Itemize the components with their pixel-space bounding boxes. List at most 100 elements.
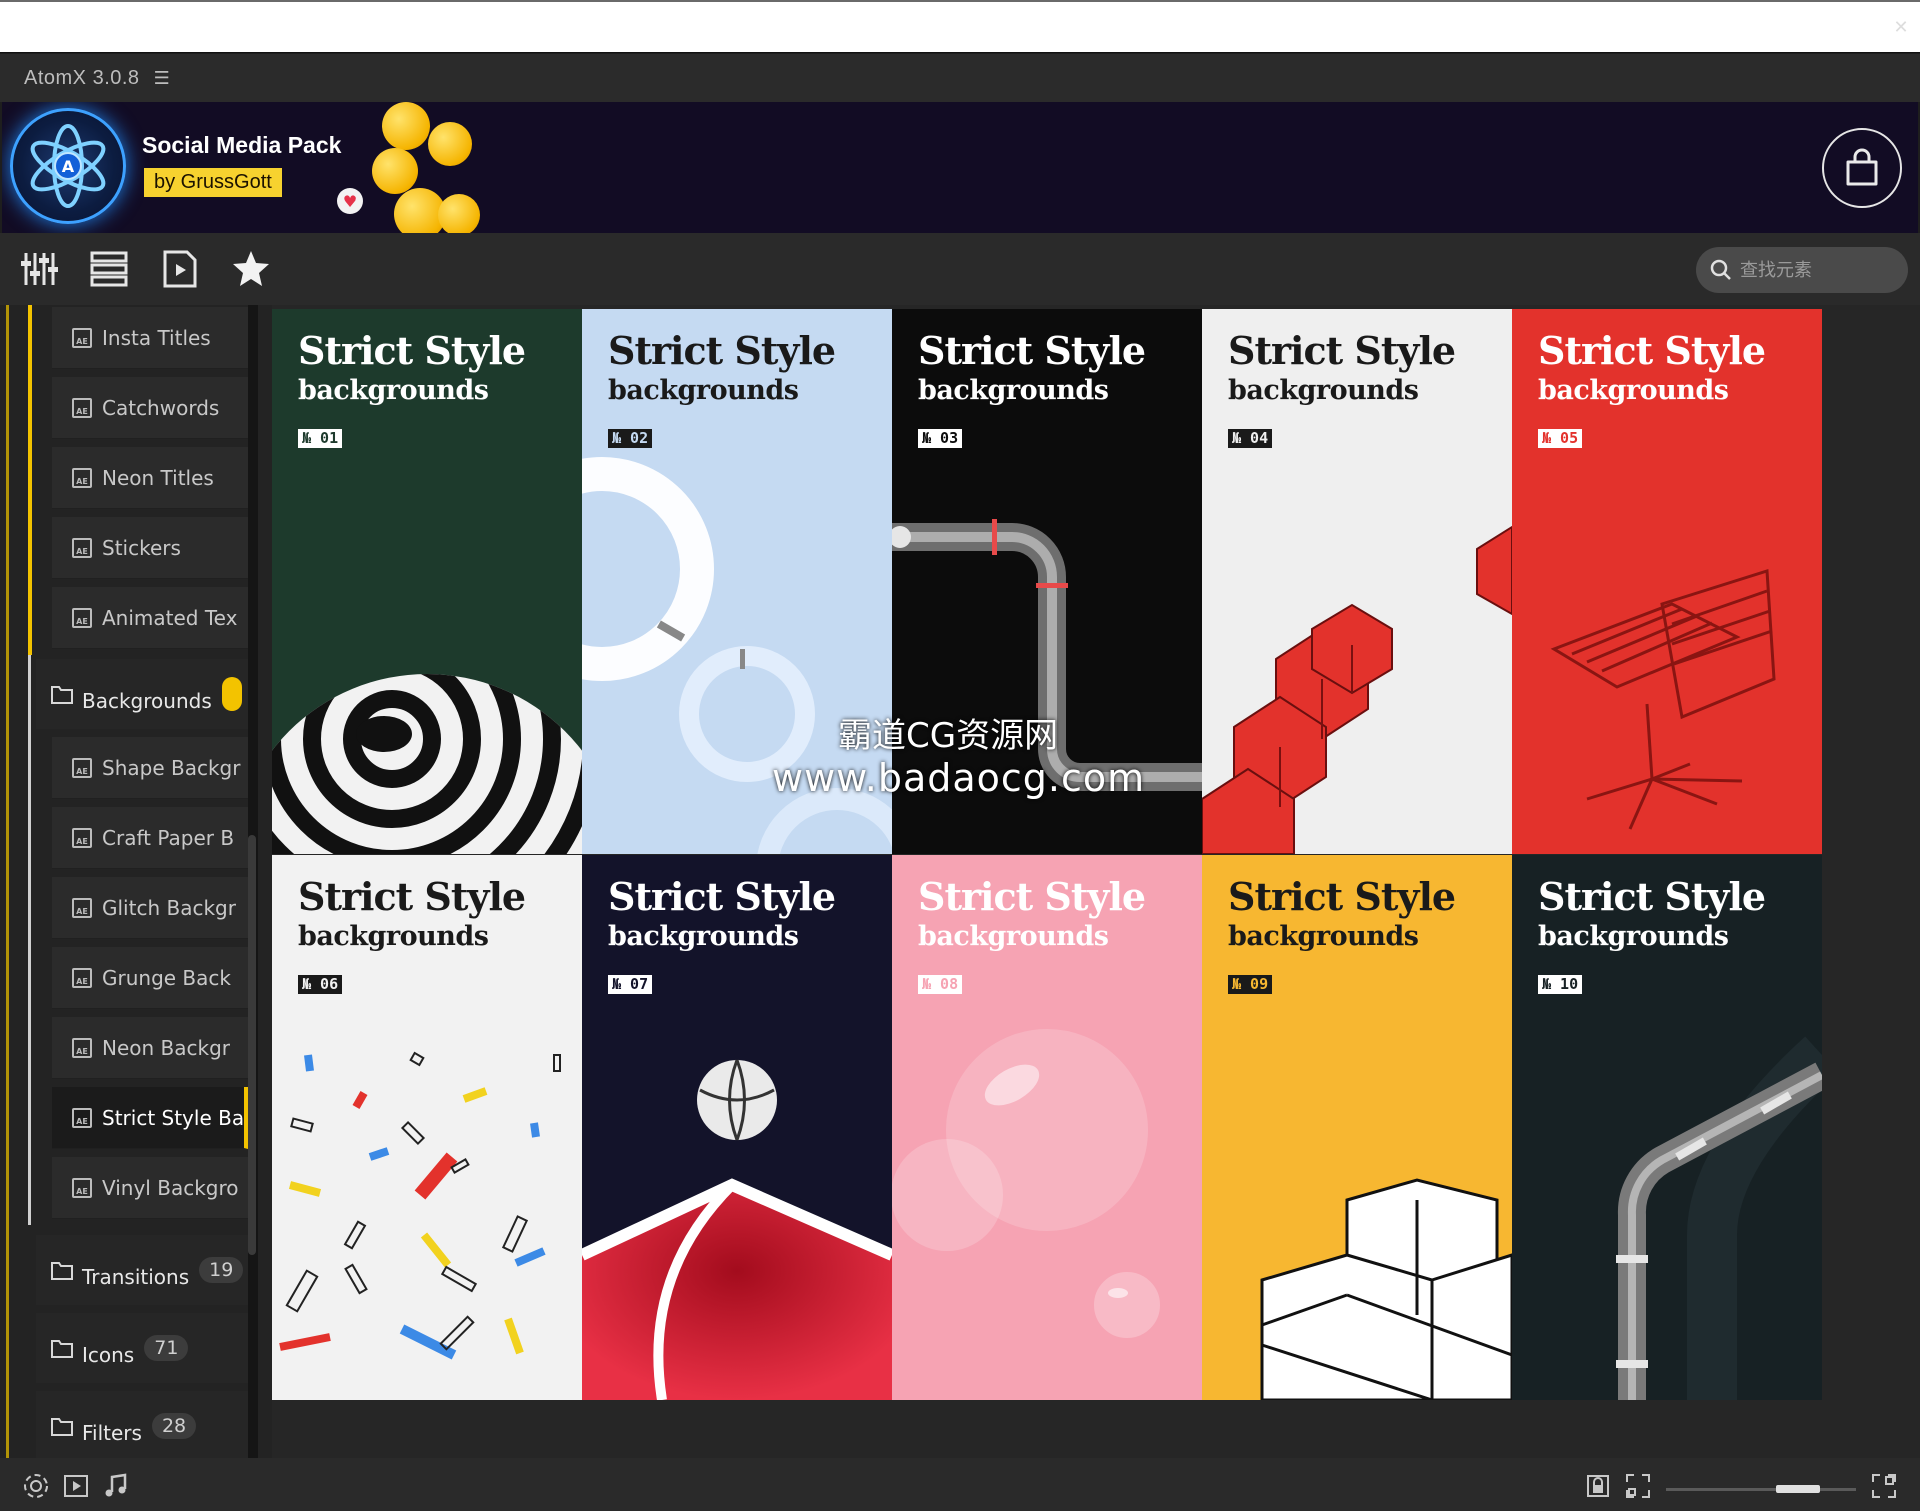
app-menu-bar: AtomX 3.0.8 ☰	[0, 54, 1920, 102]
sidebar-group-indicator	[28, 655, 31, 1225]
svg-text:A: A	[62, 157, 75, 176]
sidebar-item-neon-titles[interactable]: AE Neon Titles	[52, 447, 248, 509]
card-subtitle: backgrounds	[608, 375, 799, 406]
sidebar-item-label: Grunge Back	[102, 965, 231, 990]
thumbnail-card-08[interactable]: Strict Style backgrounds № 08	[892, 855, 1202, 1400]
count-badge: 71	[144, 1335, 189, 1361]
thumbnail-card-01[interactable]: Strict Style backgrounds № 01	[272, 309, 582, 854]
card-subtitle: backgrounds	[918, 921, 1109, 952]
sidebar-item-grunge-backgrounds[interactable]: AE Grunge Back	[52, 947, 248, 1009]
os-title-bar: ✕	[0, 0, 1920, 53]
ae-file-icon: AE	[72, 827, 92, 848]
card-subtitle: backgrounds	[1538, 921, 1729, 952]
sidebar-item-label: Vinyl Backgro	[102, 1175, 239, 1200]
music-note-icon[interactable]	[102, 1472, 130, 1500]
card-subtitle: backgrounds	[1538, 375, 1729, 406]
sidebar-item-insta-titles[interactable]: AE Insta Titles	[52, 307, 248, 369]
sidebar-category-label: Backgrounds	[82, 689, 212, 713]
sidebar-item-label: Craft Paper B	[102, 825, 235, 850]
card-title: Strict Style	[918, 328, 1146, 373]
thumbnail-card-06[interactable]: Strict Style backgrounds № 06	[272, 855, 582, 1400]
sidebar-scrollbar-thumb[interactable]	[248, 835, 256, 1255]
lock-icon[interactable]	[1584, 1472, 1612, 1500]
thumbnail-card-09[interactable]: Strict Style backgrounds № 09	[1202, 855, 1512, 1400]
pack-author-badge[interactable]: by GrussGott	[144, 168, 282, 197]
sidebar-category-label: Filters	[82, 1421, 142, 1445]
thumbnail-card-04[interactable]: Strict Style backgrounds № 04	[1202, 309, 1512, 854]
sidebar-item-label: Neon Backgr	[102, 1035, 231, 1060]
ae-file-icon: AE	[72, 607, 92, 628]
sidebar-group-indicator	[28, 305, 32, 655]
ae-file-icon: AE	[72, 1037, 92, 1058]
card-number-badge: № 09	[1228, 975, 1273, 994]
card-title: Strict Style	[298, 328, 526, 373]
video-icon[interactable]	[62, 1472, 90, 1500]
thumbnail-card-07[interactable]: Strict Style backgrounds № 07	[582, 855, 892, 1400]
sidebar-item-craft-paper[interactable]: AE Craft Paper B	[52, 807, 248, 869]
sidebar-item-glitch-backgrounds[interactable]: AE Glitch Backgr	[52, 877, 248, 939]
sidebar-item-stickers[interactable]: AE Stickers	[52, 517, 248, 579]
emoji-icon	[372, 148, 418, 194]
sidebar-item-catchwords[interactable]: AE Catchwords	[52, 377, 248, 439]
card-number-badge: № 08	[918, 975, 963, 994]
emoji-icon	[428, 122, 472, 166]
atom-logo-icon: A	[10, 108, 126, 224]
ae-file-icon: AE	[72, 537, 92, 558]
close-icon[interactable]: ✕	[1886, 12, 1916, 42]
sidebar-item-animated-text[interactable]: AE Animated Tex	[52, 587, 248, 649]
card-title: Strict Style	[608, 874, 836, 919]
thumbnail-card-10[interactable]: Strict Style backgrounds № 10	[1512, 855, 1822, 1400]
sidebar-item-label: Shape Backgr	[102, 755, 241, 780]
sidebar-item-label: Strict Style Ba	[102, 1105, 245, 1130]
sidebar-category-transitions[interactable]: Transitions 19	[36, 1235, 256, 1305]
sidebar-item-neon-backgrounds[interactable]: AE Neon Backgr	[52, 1017, 248, 1079]
sidebar-item-label: Glitch Backgr	[102, 895, 236, 920]
card-subtitle: backgrounds	[1228, 921, 1419, 952]
toolbar	[0, 233, 1920, 305]
zoom-slider-thumb[interactable]	[1775, 1485, 1820, 1493]
sidebar-item-label: Neon Titles	[102, 465, 214, 490]
card-number-badge: № 03	[918, 429, 963, 448]
expand-icon[interactable]	[1870, 1472, 1898, 1500]
ae-file-icon: AE	[72, 1177, 92, 1198]
search-input[interactable]	[1740, 259, 1900, 281]
sidebar-category-filters[interactable]: Filters 28	[36, 1391, 256, 1458]
orbit-icon[interactable]	[22, 1472, 50, 1500]
store-button[interactable]	[1822, 128, 1902, 208]
play-file-icon[interactable]	[160, 249, 200, 289]
thumbnail-grid: Strict Style backgrounds № 01 Strict Sty…	[272, 305, 1920, 1458]
zoom-slider[interactable]	[1666, 1485, 1856, 1493]
sidebar-category-icons[interactable]: Icons 71	[36, 1313, 256, 1383]
card-number-badge: № 10	[1538, 975, 1583, 994]
watermark-url: www.badaocg.com	[772, 756, 1146, 800]
hamburger-menu-icon[interactable]: ☰	[154, 68, 170, 89]
fit-icon[interactable]	[1624, 1472, 1652, 1500]
ae-file-icon: AE	[72, 1107, 92, 1128]
ae-file-icon: AE	[72, 467, 92, 488]
search-box[interactable]	[1696, 247, 1908, 293]
folder-icon	[51, 1262, 73, 1280]
folder-icon	[51, 686, 73, 704]
card-title: Strict Style	[1228, 874, 1456, 919]
count-badge: 28	[151, 1413, 197, 1439]
card-subtitle: backgrounds	[608, 921, 799, 952]
sliders-icon[interactable]	[20, 249, 60, 289]
search-icon	[1710, 259, 1731, 280]
card-number-badge: № 07	[608, 975, 653, 994]
card-number-badge: № 06	[298, 975, 343, 994]
sidebar-item-label: Stickers	[102, 535, 181, 560]
folder-icon	[51, 1340, 73, 1358]
sidebar-item-strict-style-backgrounds[interactable]: AE Strict Style Ba	[52, 1087, 248, 1149]
star-icon[interactable]	[231, 249, 271, 289]
sidebar-item-vinyl-backgrounds[interactable]: AE Vinyl Backgro	[52, 1157, 248, 1219]
thumbnail-card-05[interactable]: Strict Style backgrounds № 05	[1512, 309, 1822, 854]
card-number-badge: № 02	[608, 429, 653, 448]
list-icon[interactable]	[89, 249, 129, 289]
emoji-icon	[438, 194, 480, 233]
ae-file-icon: AE	[72, 757, 92, 778]
card-title: Strict Style	[1228, 328, 1456, 373]
sidebar-item-shape-backgrounds[interactable]: AE Shape Backgr	[52, 737, 248, 799]
sidebar-category-backgrounds[interactable]: Backgrounds	[36, 659, 256, 729]
atom-orbit-graphic: A	[30, 124, 106, 208]
app-title: AtomX 3.0.8	[24, 66, 140, 89]
